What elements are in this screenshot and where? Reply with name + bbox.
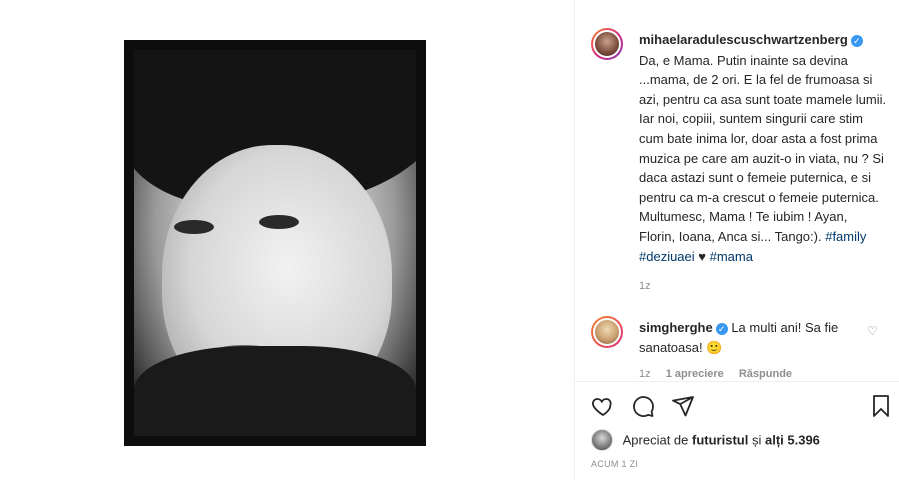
verified-icon: ✓	[850, 34, 863, 47]
liker-avatar[interactable]	[591, 429, 613, 451]
verified-icon: ✓	[715, 322, 728, 335]
liker-username[interactable]: futuristul	[692, 433, 748, 448]
comment-time[interactable]: 1z	[639, 368, 651, 380]
heart-icon[interactable]	[591, 394, 615, 418]
comment-icon[interactable]	[631, 394, 655, 418]
post-photo	[124, 40, 426, 446]
share-icon[interactable]	[671, 394, 695, 418]
caption-text: Da, e Mama. Putin inainte sa devina ...m…	[639, 52, 887, 244]
hashtag-link[interactable]: #mama	[710, 249, 753, 264]
reply-button[interactable]: Răspunde	[739, 368, 792, 380]
likes-count[interactable]: alți 5.396	[765, 433, 820, 448]
hashtag-link[interactable]: #family	[825, 229, 866, 244]
comment-likes[interactable]: 1 apreciere	[666, 368, 724, 380]
likes-summary: Apreciat de futuristul și alți 5.396	[591, 429, 820, 451]
post-time-ago[interactable]: 1z	[639, 280, 651, 292]
hashtag-link[interactable]: #deziuaei	[639, 249, 695, 264]
comment-like-icon[interactable]: ♡	[867, 324, 878, 338]
post-sidebar: mihaelaradulescuschwartzenberg ✓ Da, e Ma…	[574, 0, 899, 480]
post-caption: mihaelaradulescuschwartzenberg ✓ Da, e Ma…	[639, 30, 887, 266]
post-date[interactable]: ACUM 1 ZI	[591, 459, 638, 469]
post-image-pane	[0, 0, 574, 479]
bookmark-icon[interactable]	[869, 394, 893, 418]
smile-emoji: 🙂	[706, 339, 723, 355]
author-username[interactable]: mihaelaradulescuschwartzenberg	[639, 32, 848, 47]
likes-middle: și	[751, 432, 762, 448]
action-bar: Apreciat de futuristul și alți 5.396 ACU…	[575, 381, 899, 480]
likes-prefix: Apreciat de	[622, 432, 689, 448]
commenter-username[interactable]: simgherghe	[639, 320, 713, 335]
heart-emoji: ♥	[698, 248, 706, 264]
author-avatar[interactable]	[591, 28, 623, 60]
commenter-avatar[interactable]	[591, 316, 623, 348]
